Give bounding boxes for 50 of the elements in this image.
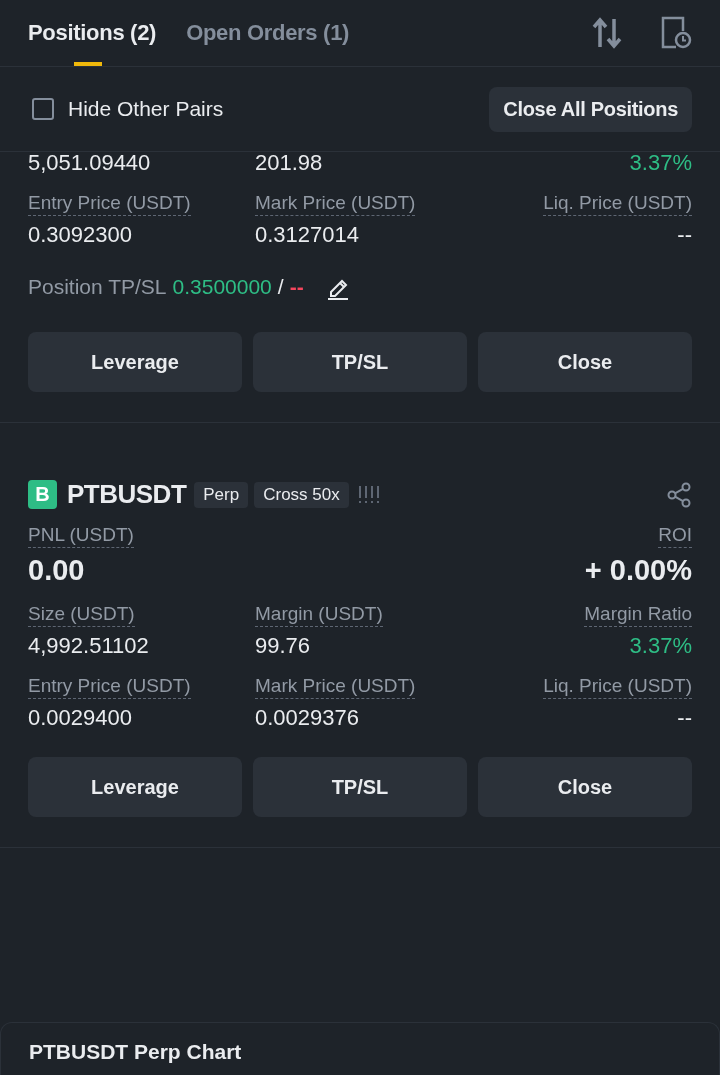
field-value: 0.0029400 bbox=[28, 705, 132, 731]
history-icon[interactable] bbox=[660, 16, 692, 50]
checkbox[interactable] bbox=[32, 98, 54, 120]
field-value: 0.3127014 bbox=[255, 222, 359, 248]
symbol: PTBUSDT bbox=[67, 479, 187, 510]
field-value: 0.00 bbox=[28, 554, 85, 587]
field-value: 4,992.51102 bbox=[28, 633, 149, 659]
field-label: Margin Ratio bbox=[584, 603, 692, 627]
field-label: ROI bbox=[658, 524, 692, 548]
field-label: Entry Price (USDT) bbox=[28, 192, 191, 216]
field-value: + 0.00% bbox=[584, 554, 692, 587]
adl-indicator-icon bbox=[358, 484, 381, 505]
sort-icon[interactable] bbox=[592, 17, 622, 49]
field-label: Margin (USDT) bbox=[255, 603, 383, 627]
stop-loss-value: -- bbox=[289, 275, 304, 299]
field-value: 5,051.09440 bbox=[28, 150, 151, 176]
checkbox-label: Hide Other Pairs bbox=[68, 97, 224, 121]
long-badge: B bbox=[28, 480, 57, 509]
action-button[interactable]: TP/SL bbox=[253, 757, 467, 817]
action-button[interactable]: Close bbox=[478, 757, 692, 817]
tab[interactable]: Open Orders (1) bbox=[186, 0, 350, 66]
action-button[interactable]: Leverage bbox=[28, 757, 242, 817]
field-value: 0.0029376 bbox=[255, 705, 359, 731]
field-value: 201.98 bbox=[255, 150, 323, 176]
tag: Cross 50x bbox=[254, 481, 349, 508]
action-button[interactable]: Close bbox=[478, 332, 692, 392]
field-label: PNL (USDT) bbox=[28, 524, 134, 548]
field-value: 3.37% bbox=[629, 150, 692, 176]
field-value: 0.3092300 bbox=[28, 222, 132, 248]
take-profit-value: 0.3500000 bbox=[172, 275, 272, 299]
tpsl-label: Position TP/SL bbox=[28, 275, 167, 299]
share-icon[interactable] bbox=[666, 481, 692, 508]
field-label: Liq. Price (USDT) bbox=[543, 192, 692, 216]
field-label: Mark Price (USDT) bbox=[255, 192, 416, 216]
field-value: 99.76 bbox=[255, 633, 311, 659]
action-button[interactable]: Leverage bbox=[28, 332, 242, 392]
field-label: Mark Price (USDT) bbox=[255, 675, 416, 699]
chart-title: PTBUSDT Perp Chart bbox=[29, 1040, 242, 1064]
field-label: Liq. Price (USDT) bbox=[543, 675, 692, 699]
field-value: -- bbox=[677, 705, 692, 731]
field-value: 3.37% bbox=[629, 633, 692, 659]
tag: Perp bbox=[194, 481, 249, 508]
field-label: Entry Price (USDT) bbox=[28, 675, 191, 699]
separator: / bbox=[277, 275, 284, 299]
action-button[interactable]: TP/SL bbox=[253, 332, 467, 392]
chart-bar[interactable]: PTBUSDT Perp Chart bbox=[0, 1022, 720, 1075]
tab[interactable]: Positions (2) bbox=[28, 0, 157, 66]
field-value: -- bbox=[677, 222, 692, 248]
field-label: Size (USDT) bbox=[28, 603, 135, 627]
close-all-positions-button[interactable]: Close All Positions bbox=[489, 86, 692, 132]
